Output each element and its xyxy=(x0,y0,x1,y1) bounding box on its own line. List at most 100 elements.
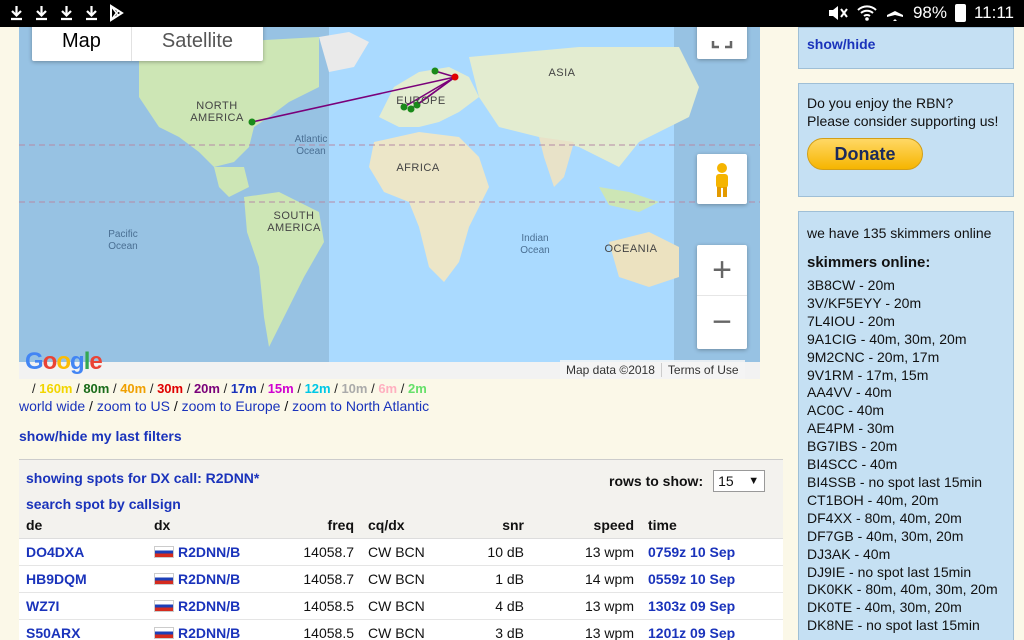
spots-table: de dx freq cq/dx snr speed time DO4DXA R2… xyxy=(19,512,783,640)
map-label-indian: Indian Ocean xyxy=(520,233,550,256)
spotter-call[interactable]: HB9DQM xyxy=(19,565,147,593)
showing-spots-link[interactable]: showing spots for DX call: R2DNN* xyxy=(26,465,259,491)
skimmer-item: DF4XX - 80m, 40m, 20m xyxy=(807,509,962,526)
band-filter-link[interactable]: 160m xyxy=(39,381,72,396)
band-filter-link[interactable]: 10m xyxy=(341,381,367,396)
freq-cell: 14058.5 xyxy=(257,592,361,620)
dx-station-marker[interactable] xyxy=(451,73,459,81)
street-view-button[interactable] xyxy=(697,154,747,204)
skimmer-item: DK8NE - no spot last 15min xyxy=(807,617,980,634)
band-filter-link[interactable]: 40m xyxy=(120,381,146,396)
download-icon xyxy=(11,6,22,21)
skimmer-list: 3B8CW - 20m 3V/KF5EYY - 20m 7L4IOU - 20m 9A… xyxy=(807,277,1005,635)
zoom-out-button[interactable]: − xyxy=(697,297,747,348)
map-attribution: Map data ©2018 Terms of Use xyxy=(560,360,745,379)
spotter-call[interactable]: WZ7I xyxy=(19,592,147,620)
speed-cell: 13 wpm xyxy=(531,538,641,566)
spot-map[interactable]: NORTH AMERICA SOUTH AMERICA EUROPE ASIA … xyxy=(19,27,760,379)
mode-cell: CW BCN xyxy=(361,619,451,640)
band-filter-link[interactable]: 30m xyxy=(157,381,183,396)
skimmer-item: BG7IBS - 20m xyxy=(807,438,898,455)
clock: 11:11 xyxy=(973,3,1014,22)
col-snr[interactable]: snr xyxy=(451,512,531,539)
zoom-links: world wide / zoom to US / zoom to Europe… xyxy=(19,398,430,414)
dx-call[interactable]: R2DNN/B xyxy=(147,592,257,620)
skimmer-item: DF7GB - 40m, 30m, 20m xyxy=(807,527,964,544)
col-speed[interactable]: speed xyxy=(531,512,641,539)
world-map xyxy=(19,27,760,379)
world-wide-link[interactable]: world wide xyxy=(19,398,85,414)
russia-flag-icon xyxy=(154,599,174,612)
freq-cell: 14058.5 xyxy=(257,619,361,640)
skimmer-item: BI4SSB - no spot last 15min xyxy=(807,473,983,490)
skimmer-item: BI4SCC - 40m xyxy=(807,456,898,473)
pegman-icon xyxy=(716,163,728,197)
skimmer-item: DK0KK - 80m, 40m, 30m, 20m xyxy=(807,581,998,598)
time-cell[interactable]: 1303z 09 Sep xyxy=(641,592,783,620)
tab-map[interactable]: Map xyxy=(32,27,132,61)
speed-cell: 13 wpm xyxy=(531,592,641,620)
show-hide-link[interactable]: show/hide xyxy=(807,36,875,52)
rows-select[interactable]: 15 ▼ xyxy=(713,470,766,492)
col-time[interactable]: time xyxy=(641,512,783,539)
band-filter-link[interactable]: 12m xyxy=(305,381,331,396)
sidebar-toggle-box: show/hide xyxy=(798,27,1014,69)
rows-to-show: rows to show: 15 ▼ xyxy=(609,470,766,492)
time-cell[interactable]: 0759z 10 Sep xyxy=(641,538,783,566)
band-filter-link[interactable]: 2m xyxy=(408,381,427,396)
band-filter-link[interactable]: 6m xyxy=(378,381,397,396)
skimmer-item: 9A1CIG - 40m, 30m, 20m xyxy=(807,330,967,347)
table-header-row: de dx freq cq/dx snr speed time xyxy=(19,512,783,539)
table-row: S50ARX R2DNN/B 14058.5 CW BCN 3 dB 13 wpm 1201… xyxy=(19,619,783,640)
speed-cell: 14 wpm xyxy=(531,565,641,593)
band-filter-link[interactable]: 17m xyxy=(231,381,257,396)
dx-call-label: R2DNN/B xyxy=(178,597,241,614)
col-freq[interactable]: freq xyxy=(257,512,361,539)
col-dx[interactable]: dx xyxy=(147,512,257,539)
spots-header: showing spots for DX call: R2DNN* search… xyxy=(26,465,259,517)
zoom-north-atlantic-link[interactable]: zoom to North Atlantic xyxy=(292,398,429,414)
zoom-control: + − xyxy=(697,245,747,349)
mode-cell: CW BCN xyxy=(361,565,451,593)
zoom-europe-link[interactable]: zoom to Europe xyxy=(182,398,281,414)
spotter-call[interactable]: S50ARX xyxy=(19,619,147,640)
band-filter-link[interactable]: 20m xyxy=(194,381,220,396)
dx-call[interactable]: R2DNN/B xyxy=(147,565,257,593)
band-filter-link[interactable]: 80m xyxy=(83,381,109,396)
spotter-call[interactable]: DO4DXA xyxy=(19,538,147,566)
snr-cell: 3 dB xyxy=(451,619,531,640)
skimmer-item: 3V/KF5EYY - 20m xyxy=(807,294,922,311)
donate-button[interactable]: Donate xyxy=(807,138,923,170)
russia-flag-icon xyxy=(154,572,174,585)
table-row: DO4DXA R2DNN/B 14058.7 CW BCN 10 dB 13 wpm 075… xyxy=(19,538,783,566)
show-hide-filters-link[interactable]: show/hide my last filters xyxy=(19,428,182,444)
skimmer-item: DJ3AK - 40m xyxy=(807,545,891,562)
col-de[interactable]: de xyxy=(19,512,147,539)
zoom-us-link[interactable]: zoom to US xyxy=(97,398,170,414)
col-cqdx[interactable]: cq/dx xyxy=(361,512,451,539)
table-row: WZ7I R2DNN/B 14058.5 CW BCN 4 dB 13 wpm 1303z … xyxy=(19,592,783,620)
support-text-2: Please consider supporting us! xyxy=(807,113,999,129)
mode-cell: CW BCN xyxy=(361,538,451,566)
download-icon xyxy=(61,6,72,21)
fullscreen-icon xyxy=(711,41,733,49)
rows-label: rows to show: xyxy=(609,473,704,489)
terms-of-use-link[interactable]: Terms of Use xyxy=(660,362,745,377)
time-cell[interactable]: 0559z 10 Sep xyxy=(641,565,783,593)
fullscreen-button[interactable] xyxy=(697,27,747,59)
snr-cell: 10 dB xyxy=(451,538,531,566)
system-status: 98% 11:11 xyxy=(827,3,1014,23)
band-filter-link[interactable]: 15m xyxy=(268,381,294,396)
zoom-in-button[interactable]: + xyxy=(697,245,747,296)
tab-satellite[interactable]: Satellite xyxy=(132,27,263,61)
skimmer-marker[interactable] xyxy=(431,67,439,75)
dx-call[interactable]: R2DNN/B xyxy=(147,619,257,640)
map-label-north-america: NORTH AMERICA xyxy=(190,100,244,124)
google-logo: Google xyxy=(25,348,103,375)
dx-call-label: R2DNN/B xyxy=(178,543,241,560)
map-label-asia: ASIA xyxy=(548,67,576,79)
skimmer-item: 7L4IOU - 20m xyxy=(807,312,895,329)
dx-call[interactable]: R2DNN/B xyxy=(147,538,257,566)
skimmer-item: DK0TE - 40m, 30m, 20m xyxy=(807,599,962,616)
time-cell[interactable]: 1201z 09 Sep xyxy=(641,619,783,640)
